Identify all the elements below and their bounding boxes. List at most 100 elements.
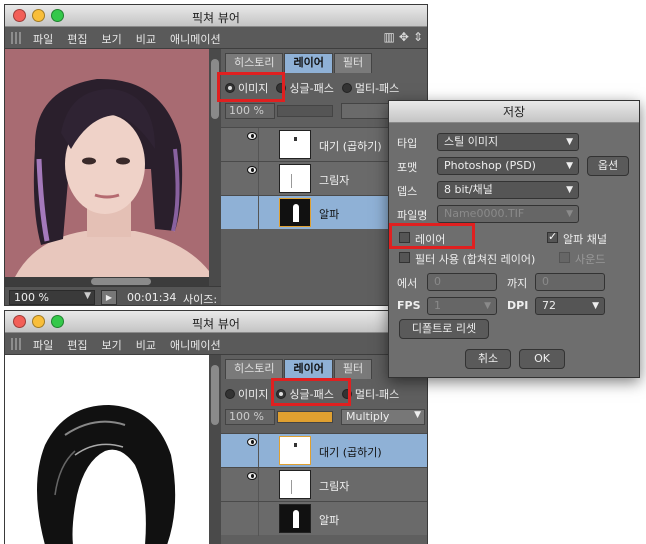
chevron-down-icon: ▼ xyxy=(414,410,421,420)
filename-value: Name0000.TIF xyxy=(444,207,525,220)
options-button[interactable]: 옵션 xyxy=(587,156,629,176)
mode-single-pass-radio[interactable]: 싱글-패스 xyxy=(276,80,334,96)
ok-button[interactable]: OK xyxy=(519,349,565,369)
play-button[interactable]: ▶ xyxy=(101,290,117,305)
picture-viewer-window-top: 픽쳐 뷰어 파일 편집 보기 비교 애니메이션 ▥ ✥ ⇕ 100 % ▼ ▶ … xyxy=(4,4,428,306)
blend-mode-select[interactable]: Multiply ▼ xyxy=(341,409,425,425)
depth-select[interactable]: 8 bit/채널 ▼ xyxy=(437,181,579,199)
fps-label: FPS xyxy=(397,299,421,312)
menu-edit[interactable]: 편집 xyxy=(67,31,87,47)
opacity-slider[interactable] xyxy=(277,105,333,117)
opacity-field[interactable]: 100 % xyxy=(225,409,275,425)
vertical-arrows-icon[interactable]: ⇕ xyxy=(413,30,423,44)
layer-name: 대기 (곱하기) xyxy=(319,446,382,459)
tab-layers[interactable]: 레이어 xyxy=(284,359,333,379)
layer-name: 알파 xyxy=(319,514,340,527)
format-value: Photoshop (PSD) xyxy=(444,159,536,172)
sound-checkbox xyxy=(559,252,570,263)
format-select[interactable]: Photoshop (PSD) ▼ xyxy=(437,157,579,175)
title-bar[interactable]: 픽쳐 뷰어 xyxy=(5,5,427,27)
menu-edit[interactable]: 편집 xyxy=(67,337,87,353)
menu-compare[interactable]: 비교 xyxy=(136,31,156,47)
menu-view[interactable]: 보기 xyxy=(102,31,122,47)
fps-value: 1 xyxy=(434,299,441,312)
horizontal-scrollbar[interactable] xyxy=(5,277,209,286)
mode-multi-pass-radio[interactable]: 멀티-패스 xyxy=(341,386,399,402)
filter-checkbox[interactable] xyxy=(399,252,410,263)
tab-layers[interactable]: 레이어 xyxy=(284,53,333,73)
render-viewport[interactable] xyxy=(5,355,209,544)
eye-icon[interactable] xyxy=(247,166,257,174)
character-render-image xyxy=(5,49,209,277)
tab-filter[interactable]: 필터 xyxy=(333,359,373,379)
from-field: 0 xyxy=(427,273,497,291)
type-value: 스틸 이미지 xyxy=(444,135,499,148)
layer-name: 그림자 xyxy=(319,480,350,493)
chevron-down-icon: ▼ xyxy=(484,301,491,311)
window-title: 픽쳐 뷰어 xyxy=(192,317,240,331)
opacity-slider[interactable] xyxy=(277,411,333,423)
fps-field: 1 ▼ xyxy=(427,297,497,315)
mode-multi-pass-radio[interactable]: 멀티-패스 xyxy=(341,80,399,96)
layer-row[interactable]: 알파 xyxy=(221,501,427,536)
blend-mode-value: Multiply xyxy=(346,410,390,423)
vertical-scrollbar[interactable] xyxy=(209,49,221,286)
alpha-channel-checkbox[interactable] xyxy=(547,230,558,243)
dpi-field[interactable]: 72 ▼ xyxy=(535,297,605,315)
timecode: 00:01:34 xyxy=(127,291,177,304)
chevron-down-icon: ▼ xyxy=(566,209,573,219)
layer-row[interactable]: 그림자 xyxy=(221,467,427,502)
move-icon[interactable]: ✥ xyxy=(399,30,409,44)
opacity-field[interactable]: 100 % xyxy=(225,103,275,119)
layer-row[interactable]: 대기 (곱하기) xyxy=(221,433,427,468)
eye-icon[interactable] xyxy=(247,132,257,140)
cancel-button[interactable]: 취소 xyxy=(465,349,511,369)
menu-file[interactable]: 파일 xyxy=(33,31,53,47)
eye-icon[interactable] xyxy=(247,438,257,446)
layer-thumbnail xyxy=(279,504,311,533)
layer-panel: 히스토리 레이어 필터 이미지 싱글-패스 멀티-패스 100 % Multip… xyxy=(221,355,427,544)
picture-viewer-window-bottom: 픽쳐 뷰어 파일 편집 보기 비교 애니메이션 히스토리 레이어 필터 이미지 xyxy=(4,310,428,544)
eye-icon[interactable] xyxy=(247,472,257,480)
title-bar[interactable]: 픽쳐 뷰어 xyxy=(5,311,427,333)
chevron-down-icon: ▼ xyxy=(566,161,573,171)
reset-default-button[interactable]: 디폴트로 리셋 xyxy=(399,319,489,339)
menu-view[interactable]: 보기 xyxy=(102,337,122,353)
menu-bar: 파일 편집 보기 비교 애니메이션 xyxy=(5,333,427,355)
zoom-value: 100 % xyxy=(14,291,49,304)
menu-animation[interactable]: 애니메이션 xyxy=(170,337,221,353)
menu-bar: 파일 편집 보기 비교 애니메이션 ▥ ✥ ⇕ xyxy=(5,27,427,49)
format-label: 포맷 xyxy=(397,161,418,174)
sound-checkbox-label: 사운드 xyxy=(575,253,606,266)
window-title: 픽쳐 뷰어 xyxy=(192,11,240,25)
layer-thumbnail xyxy=(279,470,311,499)
mode-image-radio[interactable]: 이미지 xyxy=(225,80,268,96)
layer-thumbnail xyxy=(279,164,311,193)
layers-checkbox[interactable] xyxy=(399,232,410,243)
chevron-down-icon: ▼ xyxy=(566,185,573,195)
mode-image-radio[interactable]: 이미지 xyxy=(225,386,268,402)
filter-checkbox-label: 필터 사용 (합쳐진 레이어) xyxy=(415,253,536,266)
render-viewport[interactable] xyxy=(5,49,209,277)
panel-toggle-icon[interactable]: ▥ xyxy=(384,30,395,44)
layer-name: 그림자 xyxy=(319,174,350,187)
layers-checkbox-label: 레이어 xyxy=(415,233,446,246)
menu-file[interactable]: 파일 xyxy=(33,337,53,353)
hair-pass-render-image xyxy=(5,355,209,544)
type-select[interactable]: 스틸 이미지 ▼ xyxy=(437,133,579,151)
menu-animation[interactable]: 애니메이션 xyxy=(170,31,221,47)
type-label: 타입 xyxy=(397,137,418,150)
vertical-scrollbar[interactable] xyxy=(209,355,221,544)
menu-compare[interactable]: 비교 xyxy=(136,337,156,353)
chevron-down-icon: ▼ xyxy=(84,291,91,301)
chevron-down-icon: ▼ xyxy=(592,301,599,311)
to-field: 0 xyxy=(535,273,605,291)
tab-history[interactable]: 히스토리 xyxy=(225,359,284,379)
tab-history[interactable]: 히스토리 xyxy=(225,53,284,73)
from-value: 0 xyxy=(434,275,441,288)
filename-label: 파일명 xyxy=(397,209,428,222)
zoom-select[interactable]: 100 % ▼ xyxy=(9,290,95,305)
mode-single-pass-radio[interactable]: 싱글-패스 xyxy=(276,386,334,402)
grip-icon xyxy=(11,338,23,350)
tab-filter[interactable]: 필터 xyxy=(333,53,373,73)
